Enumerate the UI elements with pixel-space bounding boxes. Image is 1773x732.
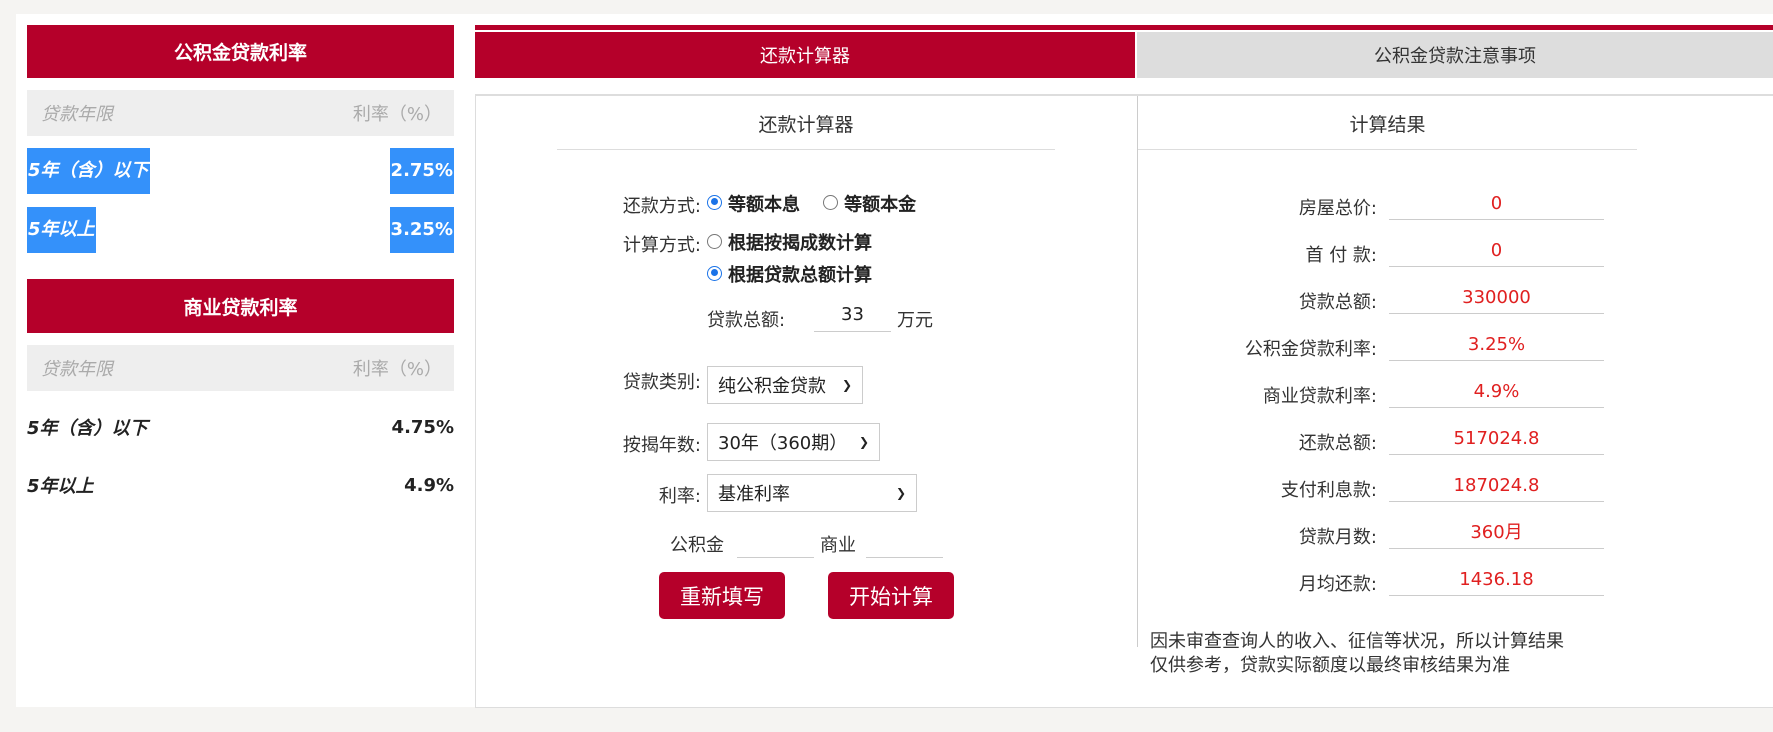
result-label: 还款总额: xyxy=(1298,433,1377,454)
commercial-rate-row: 5年以上 4.9% xyxy=(27,462,454,508)
repay-method-label: 还款方式: xyxy=(622,196,701,217)
result-value: 330000 xyxy=(1389,284,1604,314)
result-value: 187024.8 xyxy=(1389,472,1604,502)
radio-by-loan-total[interactable]: 根据贷款总额计算 xyxy=(707,261,872,287)
calculator-title: 还款计算器 xyxy=(557,110,1055,150)
result-label: 商业贷款利率: xyxy=(1262,386,1377,407)
tab-bar-accent xyxy=(475,25,1773,30)
years-select[interactable]: 30年（360期） ❯ xyxy=(707,423,880,461)
gjj-rate-row: 5年（含）以下 2.75% xyxy=(27,148,454,194)
col-rate: 利率（%） xyxy=(352,359,442,380)
gjj-rate-row: 5年以上 3.25% xyxy=(27,207,454,253)
result-label: 首 付 款: xyxy=(1305,245,1377,266)
chevron-down-icon: ❯ xyxy=(841,378,852,392)
radio-unchecked-icon[interactable] xyxy=(823,194,839,210)
result-label: 支付利息款: xyxy=(1280,480,1377,501)
result-value: 4.9% xyxy=(1389,378,1604,408)
result-value: 517024.8 xyxy=(1389,425,1604,455)
results-title: 计算结果 xyxy=(1138,110,1637,150)
loan-type-select[interactable]: 纯公积金贷款 ❯ xyxy=(707,366,863,404)
repay-method-group: 等额本息 等额本金 xyxy=(707,190,916,216)
loan-total-unit: 万元 xyxy=(897,310,933,331)
result-label: 贷款月数: xyxy=(1298,527,1377,548)
gjj-rate-input[interactable] xyxy=(737,530,814,558)
col-term: 贷款年限 xyxy=(41,359,113,380)
chevron-down-icon: ❯ xyxy=(858,435,869,449)
term: 5年（含）以下 xyxy=(27,418,148,439)
rate: 4.75% xyxy=(391,416,454,438)
result-label: 月均还款: xyxy=(1298,574,1377,595)
calc-method-label: 计算方式: xyxy=(622,235,701,256)
rate-label: 利率: xyxy=(658,486,701,507)
loan-total-input[interactable]: 33 xyxy=(814,304,891,332)
tab-calculator[interactable]: 还款计算器 xyxy=(475,32,1135,78)
radio-checked-icon[interactable] xyxy=(707,265,722,281)
col-term: 贷款年限 xyxy=(41,104,113,125)
result-label: 房屋总价: xyxy=(1298,198,1377,219)
commercial-rate-header: 商业贷款利率 xyxy=(27,279,454,333)
radio-by-down-payment[interactable]: 根据按揭成数计算 xyxy=(707,229,872,255)
years-label: 按揭年数: xyxy=(622,435,701,456)
rate: 2.75% xyxy=(389,148,454,194)
rate-select[interactable]: 基准利率 ❯ xyxy=(707,474,917,512)
gjj-rate-header: 公积金贷款利率 xyxy=(27,25,454,78)
result-value: 360月 xyxy=(1389,519,1604,549)
commercial-rate-label: 商业 xyxy=(820,535,856,556)
rate: 3.25% xyxy=(389,207,454,253)
term: 5年（含）以下 xyxy=(27,148,150,194)
commercial-rate-row: 5年（含）以下 4.75% xyxy=(27,404,454,450)
chevron-down-icon: ❯ xyxy=(895,486,906,500)
col-rate: 利率（%） xyxy=(352,104,442,125)
term: 5年以上 xyxy=(27,207,96,253)
radio-unchecked-icon[interactable] xyxy=(707,233,722,249)
loan-type-label: 贷款类别: xyxy=(622,372,701,393)
term: 5年以上 xyxy=(27,476,94,497)
column-divider xyxy=(1137,96,1138,647)
tab-gjj-notes[interactable]: 公积金贷款注意事项 xyxy=(1137,32,1773,78)
gjj-rate-label: 公积金 xyxy=(670,535,724,556)
gjj-rate-table-header: 贷款年限 利率（%） xyxy=(27,90,454,136)
result-value: 1436.18 xyxy=(1389,566,1604,596)
commercial-rate-table-header: 贷款年限 利率（%） xyxy=(27,345,454,391)
result-value: 0 xyxy=(1389,190,1604,220)
radio-equal-principal[interactable]: 等额本金 xyxy=(823,193,916,215)
radio-equal-installment[interactable]: 等额本息 xyxy=(707,193,800,215)
result-label: 贷款总额: xyxy=(1298,292,1377,313)
calculate-button[interactable]: 开始计算 xyxy=(828,572,954,619)
reset-button[interactable]: 重新填写 xyxy=(659,572,785,619)
disclaimer-note: 因未审查查询人的收入、征信等状况，所以计算结果 仅供参考，贷款实际额度以最终审核… xyxy=(1150,631,1564,676)
radio-checked-icon[interactable] xyxy=(707,194,722,210)
result-value: 3.25% xyxy=(1389,331,1604,361)
result-value: 0 xyxy=(1389,237,1604,267)
commercial-rate-input[interactable] xyxy=(866,530,943,558)
rate: 4.9% xyxy=(404,474,454,496)
result-label: 公积金贷款利率: xyxy=(1244,339,1377,360)
loan-total-label: 贷款总额: xyxy=(707,310,786,331)
